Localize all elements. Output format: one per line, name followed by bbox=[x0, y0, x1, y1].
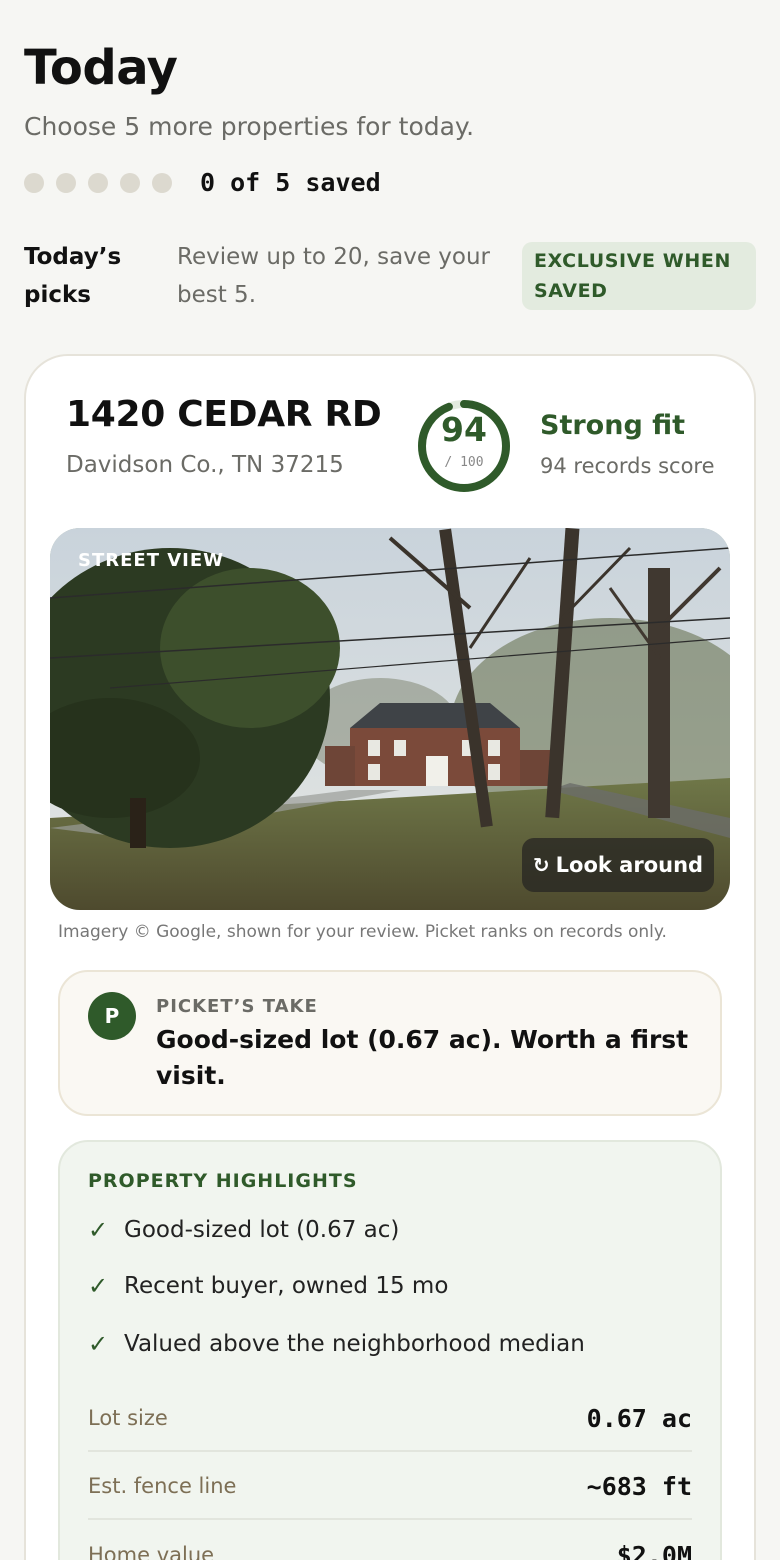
stat-row-lot-size: Lot size 0.67 ac bbox=[88, 1386, 692, 1452]
progress-dot bbox=[120, 172, 140, 193]
progress-text: 0 of 5 saved bbox=[200, 168, 381, 197]
stat-value: 0.67 ac bbox=[586, 1403, 692, 1433]
score-number: 94 bbox=[441, 410, 487, 449]
highlight-text: Valued above the neighborhood median bbox=[124, 1331, 585, 1357]
property-card[interactable]: 1420 CEDAR RD Davidson Co., TN 37215 94 … bbox=[24, 354, 756, 1560]
property-address: 1420 CEDAR RD bbox=[66, 394, 382, 435]
page-subtitle: Choose 5 more properties for today. bbox=[24, 112, 475, 141]
progress-dot bbox=[88, 172, 108, 193]
exclusive-badge: EXCLUSIVE WHEN SAVED bbox=[522, 242, 756, 310]
take-text: Good-sized lot (0.67 ac). Worth a first … bbox=[156, 1025, 689, 1090]
look-around-label: Look around bbox=[555, 853, 704, 877]
property-county: Davidson Co., TN 37215 bbox=[66, 452, 344, 478]
stat-label: Home value bbox=[88, 1543, 215, 1560]
look-around-button[interactable]: ↻ Look around bbox=[522, 838, 714, 892]
highlight-item: ✓ Good-sized lot (0.67 ac) bbox=[88, 1216, 399, 1244]
highlight-text: Good-sized lot (0.67 ac) bbox=[124, 1217, 400, 1243]
property-highlights: PROPERTY HIGHLIGHTS ✓ Good-sized lot (0.… bbox=[58, 1140, 722, 1560]
check-icon: ✓ bbox=[88, 1216, 109, 1244]
highlight-item: ✓ Valued above the neighborhood median bbox=[88, 1330, 585, 1358]
street-view-photo[interactable]: STREET VIEW ↻ Look around bbox=[50, 528, 730, 910]
rotate-icon: ↻ bbox=[532, 853, 550, 877]
progress-dot bbox=[56, 172, 76, 193]
stat-label: Est. fence line bbox=[88, 1474, 237, 1498]
picks-description: Review up to 20, save your best 5. bbox=[177, 244, 491, 308]
save-progress: 0 of 5 saved bbox=[24, 168, 381, 197]
highlight-text: Recent buyer, owned 15 mo bbox=[124, 1273, 449, 1299]
score-max: / 100 bbox=[444, 455, 484, 470]
stat-label: Lot size bbox=[88, 1406, 168, 1430]
take-label: PICKET’S TAKE bbox=[156, 996, 318, 1017]
picket-avatar: P bbox=[88, 992, 136, 1040]
fit-subtitle: 94 records score bbox=[540, 454, 715, 478]
highlights-title: PROPERTY HIGHLIGHTS bbox=[88, 1170, 358, 1192]
imagery-note: Imagery © Google, shown for your review.… bbox=[58, 922, 667, 942]
stat-value: $2.0M bbox=[616, 1540, 692, 1560]
stat-value: ~683 ft bbox=[586, 1471, 692, 1501]
pickets-take: P PICKET’S TAKE Good-sized lot (0.67 ac)… bbox=[58, 970, 722, 1116]
stat-row-home-value: Home value $2.0M bbox=[88, 1522, 692, 1560]
progress-dot bbox=[24, 172, 44, 193]
page-title: Today bbox=[24, 40, 178, 96]
check-icon: ✓ bbox=[88, 1330, 109, 1358]
highlight-item: ✓ Recent buyer, owned 15 mo bbox=[88, 1272, 448, 1300]
picks-label: Today’s picks bbox=[24, 244, 122, 308]
check-icon: ✓ bbox=[88, 1272, 109, 1300]
fit-label: Strong fit bbox=[540, 410, 686, 441]
today-page: Today Choose 5 more properties for today… bbox=[0, 0, 780, 1560]
progress-dot bbox=[152, 172, 172, 193]
stat-row-fence-line: Est. fence line ~683 ft bbox=[88, 1454, 692, 1520]
street-view-label: STREET VIEW bbox=[78, 550, 225, 571]
